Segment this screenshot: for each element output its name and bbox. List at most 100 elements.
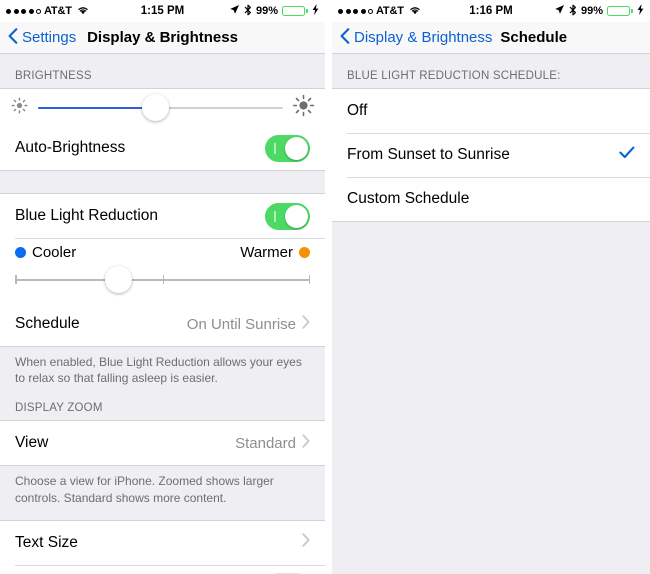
option-label: Off xyxy=(347,102,368,119)
brightness-track[interactable] xyxy=(38,93,283,123)
section-header-display-zoom: DISPLAY ZOOM xyxy=(15,402,103,415)
location-arrow-icon xyxy=(229,4,240,18)
brightness-slider-row[interactable] xyxy=(0,89,325,126)
blue-light-footnote: When enabled, Blue Light Reduction allow… xyxy=(15,355,302,386)
warmer-label-group: Warmer xyxy=(240,244,310,261)
text-size-label: Text Size xyxy=(15,533,78,551)
color-temperature-block: Cooler Warmer xyxy=(0,238,325,302)
option-row-off[interactable]: Off xyxy=(332,89,650,133)
schedule-value-group: On Until Sunrise xyxy=(186,314,310,334)
signal-strength-dots xyxy=(6,8,41,14)
cooler-dot-icon xyxy=(15,247,26,258)
settings-content-left: BRIGHTNESS Auto-Brightness Blue Light Re… xyxy=(0,54,325,574)
row-auto-brightness[interactable]: Auto-Brightness xyxy=(0,126,325,170)
option-label: From Sunset to Sunrise xyxy=(347,146,510,163)
row-view[interactable]: View Standard xyxy=(0,421,325,466)
carrier-label: AT&T xyxy=(376,5,404,17)
lightning-bolt-icon xyxy=(637,4,644,18)
signal-dot xyxy=(353,8,358,14)
carrier-label: AT&T xyxy=(44,5,72,17)
display-zoom-footnote: Choose a view for iPhone. Zoomed shows l… xyxy=(15,474,274,505)
row-blue-light-reduction[interactable]: Blue Light Reduction xyxy=(0,194,325,238)
screen-divider xyxy=(325,0,332,574)
option-row-from-sunset-to-sunrise[interactable]: From Sunset to Sunrise xyxy=(332,133,650,177)
chevron-right-icon xyxy=(302,314,310,334)
signal-dot-empty xyxy=(368,8,373,14)
checkmark-icon xyxy=(619,146,635,164)
page-title: Display & Brightness xyxy=(87,29,238,46)
schedule-label: Schedule xyxy=(15,315,80,332)
back-button-label: Display & Brightness xyxy=(354,29,493,46)
cooler-label: Cooler xyxy=(32,244,77,261)
tick-min xyxy=(15,275,17,284)
brightness-slider-thumb[interactable] xyxy=(142,93,170,121)
blue-light-toggle[interactable] xyxy=(265,202,310,230)
signal-dot xyxy=(21,8,26,14)
schedule-options-group: Off From Sunset to Sunrise Custom Schedu… xyxy=(332,88,650,222)
battery-icon xyxy=(282,6,308,16)
warmer-dot-icon xyxy=(299,247,310,258)
bluetooth-icon xyxy=(569,4,577,19)
auto-brightness-label: Auto-Brightness xyxy=(15,139,126,156)
nav-bar-left: Settings Display & Brightness xyxy=(0,22,325,54)
location-arrow-icon xyxy=(554,4,565,18)
option-label: Custom Schedule xyxy=(347,190,470,207)
right-phone-screen: AT&T 1:16 PM 99% Display & Brightness Sc… xyxy=(332,0,650,574)
chevron-left-icon xyxy=(340,27,350,48)
nav-bar-right: Display & Brightness Schedule xyxy=(332,22,650,54)
brightness-group: Auto-Brightness xyxy=(0,88,325,171)
battery-icon xyxy=(607,6,633,16)
status-left-group: AT&T xyxy=(6,5,89,18)
text-options-group: Text Size Bold Text xyxy=(0,519,325,574)
display-zoom-group: View Standard xyxy=(0,420,325,467)
signal-dot xyxy=(338,8,343,14)
status-right-group: 99% xyxy=(554,4,644,19)
signal-dot xyxy=(6,8,11,14)
blue-light-label: Blue Light Reduction xyxy=(15,207,159,224)
temperature-slider-thumb[interactable] xyxy=(104,266,132,293)
brightness-track-fill xyxy=(38,106,156,109)
row-text-size[interactable]: Text Size xyxy=(0,520,325,565)
blue-light-group: Blue Light Reduction Cooler Warmer Sched… xyxy=(0,193,325,347)
status-left-group: AT&T xyxy=(338,5,421,18)
view-label: View xyxy=(15,434,49,452)
view-value-group: Standard xyxy=(235,434,310,453)
row-schedule[interactable]: Schedule On Until Sunrise xyxy=(0,302,325,346)
status-bar-left: AT&T 1:15 PM 99% xyxy=(0,0,325,22)
signal-dot xyxy=(360,8,366,14)
sun-large-icon xyxy=(292,94,315,122)
schedule-value: On Until Sunrise xyxy=(186,315,296,333)
page-title: Schedule xyxy=(500,29,568,46)
settings-content-right: BLUE LIGHT REDUCTION SCHEDULE: Off From … xyxy=(332,54,650,574)
option-row-custom-schedule[interactable]: Custom Schedule xyxy=(332,177,650,221)
signal-dot xyxy=(13,8,19,14)
cooler-label-group: Cooler xyxy=(15,244,76,261)
lightning-bolt-icon xyxy=(312,4,319,18)
back-button-display-brightness[interactable]: Display & Brightness xyxy=(340,27,493,48)
tick-mid xyxy=(162,275,164,284)
warmer-label: Warmer xyxy=(240,244,293,261)
bluetooth-icon xyxy=(244,4,252,19)
battery-percent-label: 99% xyxy=(255,5,278,17)
row-bold-text[interactable]: Bold Text xyxy=(0,564,325,574)
wifi-icon xyxy=(409,5,421,18)
temperature-labels: Cooler Warmer xyxy=(15,244,310,266)
view-value: Standard xyxy=(235,434,296,452)
status-bar-right: AT&T 1:16 PM 99% xyxy=(332,0,650,22)
dual-screenshot-container: AT&T 1:15 PM 99% Settings Display & Brig… xyxy=(0,0,650,574)
left-phone-screen: AT&T 1:15 PM 99% Settings Display & Brig… xyxy=(0,0,325,574)
auto-brightness-toggle[interactable] xyxy=(265,134,310,162)
sun-small-icon xyxy=(10,96,29,120)
battery-percent-label: 99% xyxy=(580,5,603,17)
temperature-track[interactable] xyxy=(15,266,310,294)
status-right-group: 99% xyxy=(229,4,319,19)
section-header-schedule: BLUE LIGHT REDUCTION SCHEDULE: xyxy=(347,70,561,82)
section-header-brightness: BRIGHTNESS xyxy=(15,70,92,82)
wifi-icon xyxy=(77,5,89,18)
signal-dot xyxy=(28,8,34,14)
chevron-right-icon xyxy=(302,533,310,552)
signal-dot-empty xyxy=(36,8,41,14)
signal-dot xyxy=(345,8,351,14)
